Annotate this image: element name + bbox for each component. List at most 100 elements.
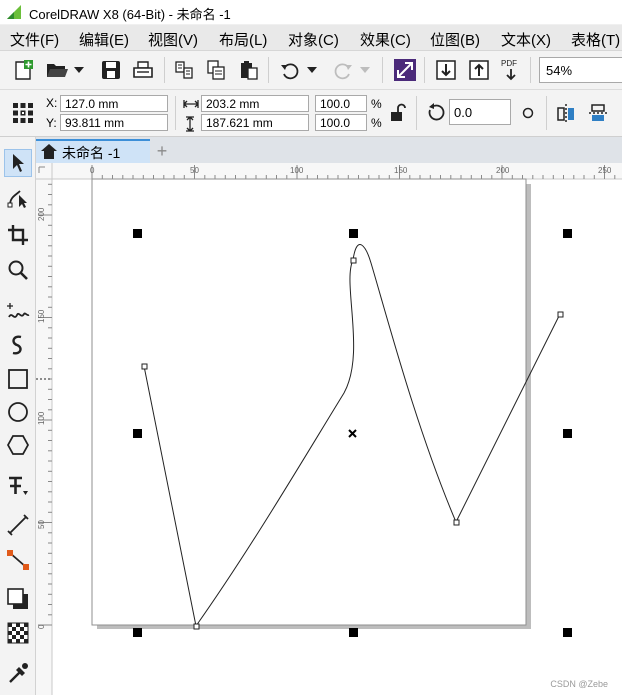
- shape-tool-button[interactable]: [4, 183, 32, 211]
- dimension-tool-button[interactable]: [4, 511, 32, 539]
- copy-icon: [207, 60, 225, 80]
- h-ruler-label-250: 250: [598, 166, 612, 175]
- ellipse-tool-button[interactable]: [4, 398, 32, 426]
- chevron-down-icon: [307, 67, 317, 73]
- redo-dropdown-button[interactable]: [357, 57, 373, 83]
- open-dropdown-button[interactable]: [70, 57, 88, 83]
- v-ruler-label-50: 50: [37, 520, 46, 529]
- artistic-media-tool-button[interactable]: [4, 331, 32, 359]
- export-icon: [469, 60, 489, 80]
- document-tab-bar: 未命名 -1 +: [36, 137, 622, 163]
- print-icon: [133, 61, 153, 78]
- menu-object[interactable]: 对象(C): [288, 29, 339, 50]
- undo-button[interactable]: [277, 57, 303, 83]
- redo-icon: [334, 63, 352, 80]
- curve-node[interactable]: [557, 311, 564, 318]
- redo-button[interactable]: [330, 57, 356, 83]
- toolbar-separator: [424, 57, 425, 83]
- freehand-tool-button[interactable]: [4, 297, 32, 325]
- window-title: CorelDRAW X8 (64-Bit) - 未命名 -1: [29, 7, 231, 22]
- mirror-vertical-button[interactable]: [585, 100, 611, 126]
- text-tool-icon: [9, 476, 28, 495]
- scale-width-field[interactable]: 100.0: [315, 95, 367, 112]
- print-button[interactable]: [130, 57, 156, 83]
- document-tab[interactable]: 未命名 -1: [36, 139, 150, 163]
- curve-node[interactable]: [193, 623, 200, 630]
- chevron-down-icon: [74, 67, 84, 73]
- h-ruler-label-150: 150: [394, 166, 408, 175]
- toolbar-separator: [175, 96, 176, 130]
- rectangle-tool-button[interactable]: [4, 365, 32, 393]
- menu-bitmaps[interactable]: 位图(B): [430, 29, 480, 50]
- copy-button[interactable]: [203, 57, 229, 83]
- scale-height-field[interactable]: 100.0: [315, 114, 367, 131]
- toolbar-separator: [268, 57, 269, 83]
- menu-layout[interactable]: 布局(L): [219, 29, 267, 50]
- import-button[interactable]: [433, 57, 459, 83]
- menu-effects[interactable]: 效果(C): [360, 29, 411, 50]
- artistic-media-icon: [12, 335, 22, 355]
- selection-handle-top-left[interactable]: [133, 229, 142, 238]
- v-ruler-label-150: 150: [37, 309, 46, 323]
- lock-ratio-button[interactable]: [387, 100, 409, 126]
- page-border: [91, 178, 527, 626]
- transparency-tool-button[interactable]: [4, 619, 32, 647]
- height-field[interactable]: 187.621 mm: [201, 114, 309, 131]
- menu-table[interactable]: 表格(T): [571, 29, 620, 50]
- connector-tool-button[interactable]: [4, 546, 32, 574]
- publish-pdf-button[interactable]: PDF: [498, 57, 524, 83]
- open-button[interactable]: [44, 57, 70, 83]
- undo-dropdown-button[interactable]: [304, 57, 320, 83]
- corel-connect-button[interactable]: [392, 57, 418, 83]
- x-position-field[interactable]: 127.0 mm: [60, 95, 168, 112]
- rotation-angle-field[interactable]: 0.0: [449, 99, 511, 125]
- selection-handle-bottom-left[interactable]: [133, 628, 142, 637]
- crop-tool-button[interactable]: [4, 221, 32, 249]
- export-button[interactable]: [466, 57, 492, 83]
- home-icon: [41, 144, 57, 159]
- text-tool-button[interactable]: [4, 472, 32, 500]
- menu-file[interactable]: 文件(F): [10, 29, 59, 50]
- menu-text[interactable]: 文本(X): [501, 29, 551, 50]
- rotate-icon: [428, 103, 445, 121]
- selection-handle-right[interactable]: [563, 429, 572, 438]
- width-icon: [183, 100, 199, 108]
- pick-tool-button[interactable]: [4, 149, 32, 177]
- paste-button[interactable]: [236, 57, 262, 83]
- reference-point-button[interactable]: [10, 100, 36, 126]
- transparency-checker-icon: [7, 622, 29, 644]
- selection-handle-left[interactable]: [133, 429, 142, 438]
- drop-shadow-icon: [7, 588, 28, 609]
- selection-handle-bottom-right[interactable]: [563, 628, 572, 637]
- height-icon: [186, 116, 194, 132]
- menu-view[interactable]: 视图(V): [148, 29, 198, 50]
- mirror-horizontal-button[interactable]: [553, 100, 579, 126]
- add-document-tab-button[interactable]: +: [151, 140, 173, 162]
- zoom-tool-button[interactable]: [4, 256, 32, 284]
- polygon-tool-button[interactable]: [4, 431, 32, 459]
- v-ruler-label-200: 200: [37, 207, 46, 221]
- standard-toolbar: PDF: [0, 51, 622, 90]
- new-document-button[interactable]: [10, 57, 36, 83]
- toolbar-separator: [164, 57, 165, 83]
- dimension-line-icon: [7, 514, 29, 536]
- selection-handle-top[interactable]: [349, 229, 358, 238]
- selection-handle-top-right[interactable]: [563, 229, 572, 238]
- property-bar: X: Y: 127.0 mm 93.811 mm 203.2 mm 187.62…: [0, 90, 622, 137]
- drop-shadow-tool-button[interactable]: [4, 585, 32, 613]
- curve-node[interactable]: [141, 363, 148, 370]
- y-position-field[interactable]: 93.811 mm: [60, 114, 168, 131]
- selection-handle-bottom[interactable]: [349, 628, 358, 637]
- cut-button[interactable]: [171, 57, 197, 83]
- width-field[interactable]: 203.2 mm: [201, 95, 309, 112]
- curve-node[interactable]: [453, 519, 460, 526]
- menu-edit[interactable]: 编辑(E): [79, 29, 129, 50]
- unlock-icon: [391, 103, 406, 121]
- zoom-level-field[interactable]: 54%: [539, 57, 622, 83]
- eyedropper-tool-button[interactable]: [4, 659, 32, 687]
- curve-node[interactable]: [350, 257, 357, 264]
- freehand-icon: [7, 303, 30, 318]
- rotation-degree-indicator: [516, 100, 540, 126]
- save-button[interactable]: [98, 57, 124, 83]
- drawing-canvas[interactable]: 0 50 100 150 200 250 200 150 100 50 0 CS…: [36, 163, 622, 695]
